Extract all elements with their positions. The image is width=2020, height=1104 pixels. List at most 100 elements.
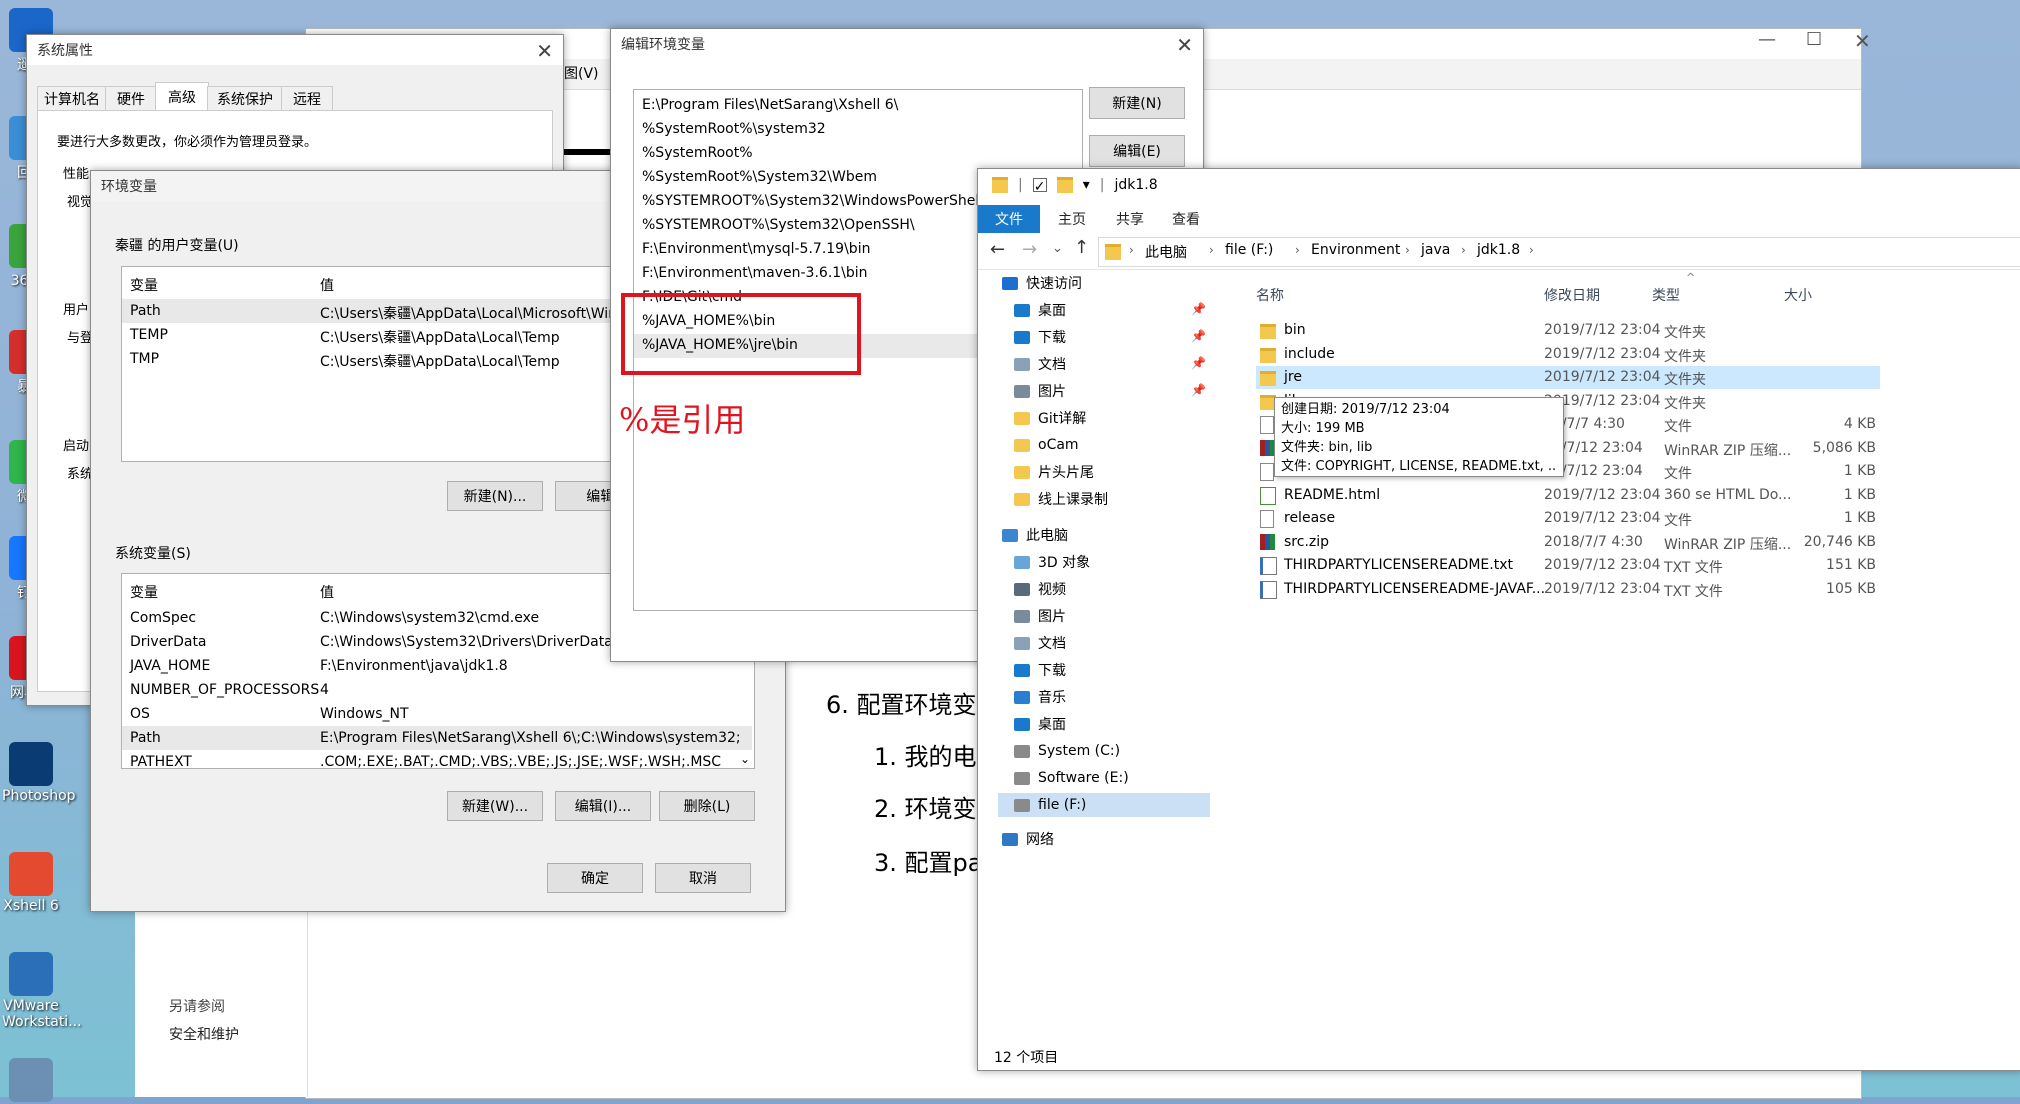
nav-item[interactable]: 快速访问 bbox=[986, 271, 1210, 295]
user-new-button[interactable]: 新建(N)... bbox=[447, 481, 543, 511]
chevron-right-icon[interactable]: › bbox=[1209, 243, 1214, 257]
path-entry[interactable]: %SystemRoot%\system32 bbox=[634, 118, 1080, 142]
chevron-down-icon[interactable]: ▾ bbox=[1083, 177, 1090, 193]
tab-2[interactable]: 高级 bbox=[155, 82, 209, 111]
address-bar[interactable]: › 此电脑 › file (F:) › Environment › java › jdk1.8 › bbox=[1098, 237, 2020, 267]
minimize-icon[interactable]: — bbox=[1758, 29, 1776, 50]
nav-item[interactable]: 图片 📌 bbox=[998, 379, 1210, 403]
table-row[interactable]: NUMBER_OF_PROCESSORS 4 bbox=[122, 678, 752, 702]
checkbox-icon[interactable]: ✓ bbox=[1032, 178, 1047, 195]
file-row[interactable]: bin 2019/7/12 23:04 文件夹 bbox=[1256, 319, 1880, 342]
nav-item[interactable]: 3D 对象 bbox=[998, 550, 1210, 574]
ok-button[interactable]: 确定 bbox=[547, 863, 643, 893]
nav-item[interactable]: 下载 📌 bbox=[998, 325, 1210, 349]
maximize-icon[interactable]: ☐ bbox=[1806, 29, 1822, 50]
nav-item[interactable]: 片头片尾 bbox=[998, 460, 1210, 484]
forward-arrow-icon[interactable]: → bbox=[1022, 239, 1037, 260]
nav-item[interactable]: file (F:) bbox=[998, 793, 1210, 817]
file-type: 文件 bbox=[1664, 513, 1692, 529]
breadcrumb-item[interactable]: java bbox=[1421, 242, 1450, 258]
nav-item[interactable]: oCam bbox=[998, 433, 1210, 457]
file-row[interactable]: THIRDPARTYLICENSEREADME-JAVAF... 2019/7/1… bbox=[1256, 578, 1880, 601]
close-icon[interactable]: ✕ bbox=[536, 39, 553, 63]
column-header[interactable]: 类型 bbox=[1652, 285, 1680, 305]
chevron-right-icon[interactable]: › bbox=[1405, 243, 1410, 257]
nav-item-label: 图片 bbox=[1038, 609, 1066, 625]
nav-item-label: 3D 对象 bbox=[1038, 555, 1091, 571]
column-header[interactable]: 名称 bbox=[1256, 285, 1284, 305]
sys-delete-button[interactable]: 删除(L) bbox=[659, 791, 755, 821]
breadcrumb-item[interactable]: jdk1.8 bbox=[1477, 242, 1520, 258]
nav-item[interactable]: 图片 bbox=[998, 604, 1210, 628]
back-arrow-icon[interactable]: ← bbox=[990, 239, 1005, 260]
folder-icon[interactable] bbox=[1056, 177, 1073, 193]
sys-edit-button[interactable]: 编辑(I)... bbox=[555, 791, 651, 821]
sys-new-button[interactable]: 新建(W)... bbox=[447, 791, 543, 821]
new-entry-button[interactable]: 新建(N) bbox=[1089, 87, 1185, 119]
file-row[interactable]: THIRDPARTYLICENSEREADME.txt 2019/7/12 23:… bbox=[1256, 554, 1880, 577]
ribbon-tab-1[interactable]: 主页 bbox=[1048, 205, 1096, 233]
pin-icon[interactable]: 📌 bbox=[1191, 329, 1206, 343]
security-link[interactable]: 安全和维护 bbox=[169, 1024, 239, 1044]
tab-1[interactable]: 硬件 bbox=[105, 86, 157, 111]
col-value[interactable]: 值 bbox=[320, 582, 334, 602]
nav-item[interactable]: System (C:) bbox=[998, 739, 1210, 763]
chevron-right-icon[interactable]: › bbox=[1295, 243, 1300, 257]
nav-item[interactable]: Software (E:) bbox=[998, 766, 1210, 790]
file-row[interactable]: jre 2019/7/12 23:04 文件夹 bbox=[1256, 366, 1880, 389]
close-icon[interactable]: ✕ bbox=[1176, 33, 1193, 57]
pin-icon[interactable]: 📌 bbox=[1191, 302, 1206, 316]
chevron-down-icon[interactable]: ⌄ bbox=[1052, 241, 1063, 256]
close-icon[interactable]: ✕ bbox=[1854, 29, 1871, 53]
table-row[interactable]: Path E:\Program Files\NetSarang\Xshell 6\… bbox=[122, 726, 752, 750]
ribbon-tab-0[interactable]: 文件 bbox=[978, 205, 1040, 233]
table-row[interactable]: PATHEXT .COM;.EXE;.BAT;.CMD;.VBS;.VBE;.JS… bbox=[122, 750, 752, 774]
breadcrumb-item[interactable]: Environment bbox=[1311, 242, 1400, 258]
desktop-icon[interactable]: Xshell 6 bbox=[2, 852, 60, 914]
nav-item[interactable]: 文档 📌 bbox=[998, 352, 1210, 376]
chevron-right-icon[interactable]: › bbox=[1461, 243, 1466, 257]
file-row[interactable]: include 2019/7/12 23:04 文件夹 bbox=[1256, 343, 1880, 366]
scroll-down-icon[interactable]: ⌄ bbox=[740, 752, 750, 766]
file-row[interactable]: src.zip 2018/7/7 4:30 WinRAR ZIP 压缩... 20,7… bbox=[1256, 531, 1880, 554]
table-row[interactable]: OS Windows_NT bbox=[122, 702, 752, 726]
breadcrumb-item[interactable]: file (F:) bbox=[1225, 242, 1273, 258]
chevron-right-icon[interactable]: › bbox=[1129, 243, 1134, 257]
col-value[interactable]: 值 bbox=[320, 275, 334, 295]
pin-icon[interactable]: 📌 bbox=[1191, 356, 1206, 370]
column-header[interactable]: 修改日期 bbox=[1544, 285, 1600, 305]
nav-item-label: 桌面 bbox=[1038, 303, 1066, 319]
column-header[interactable]: 大小 bbox=[1784, 285, 1812, 305]
nav-item[interactable]: 下载 bbox=[998, 658, 1210, 682]
breadcrumb-item[interactable]: 此电脑 bbox=[1145, 242, 1187, 262]
tab-4[interactable]: 远程 bbox=[281, 86, 333, 111]
nav-item[interactable]: 桌面 bbox=[998, 712, 1210, 736]
menu-fragment[interactable]: 图(V) bbox=[564, 63, 599, 83]
col-variable[interactable]: 变量 bbox=[130, 275, 158, 295]
desktop-icon[interactable]: Photoshop bbox=[2, 742, 76, 804]
col-variable[interactable]: 变量 bbox=[130, 582, 158, 602]
path-entry[interactable]: %SystemRoot% bbox=[634, 142, 1080, 166]
desktop-icon[interactable] bbox=[2, 1058, 60, 1104]
pin-icon[interactable]: 📌 bbox=[1191, 383, 1206, 397]
edit-entry-button[interactable]: 编辑(E) bbox=[1089, 135, 1185, 167]
path-entry[interactable]: E:\Program Files\NetSarang\Xshell 6\ bbox=[634, 94, 1080, 118]
nav-item[interactable]: 音乐 bbox=[998, 685, 1210, 709]
nav-item[interactable]: 此电脑 bbox=[986, 523, 1210, 547]
nav-item[interactable]: 线上课录制 bbox=[998, 487, 1210, 511]
cancel-button[interactable]: 取消 bbox=[655, 863, 751, 893]
nav-item[interactable]: 网络 bbox=[986, 827, 1210, 851]
desktop-icon[interactable]: VMware Workstati... bbox=[2, 952, 82, 1030]
ribbon-tab-3[interactable]: 查看 bbox=[1162, 205, 1210, 233]
tab-0[interactable]: 计算机名 bbox=[37, 86, 107, 111]
up-arrow-icon[interactable]: ↑ bbox=[1074, 237, 1089, 258]
tab-3[interactable]: 系统保护 bbox=[207, 86, 283, 111]
file-row[interactable]: README.html 2019/7/12 23:04 360 se HTML Do… bbox=[1256, 484, 1880, 507]
nav-item[interactable]: 文档 bbox=[998, 631, 1210, 655]
nav-item[interactable]: 桌面 📌 bbox=[998, 298, 1210, 322]
nav-item[interactable]: 视频 bbox=[998, 577, 1210, 601]
chevron-right-icon[interactable]: › bbox=[1529, 243, 1534, 257]
ribbon-tab-2[interactable]: 共享 bbox=[1106, 205, 1154, 233]
file-row[interactable]: release 2019/7/12 23:04 文件 1 KB bbox=[1256, 507, 1880, 530]
nav-item[interactable]: Git详解 bbox=[998, 406, 1210, 430]
